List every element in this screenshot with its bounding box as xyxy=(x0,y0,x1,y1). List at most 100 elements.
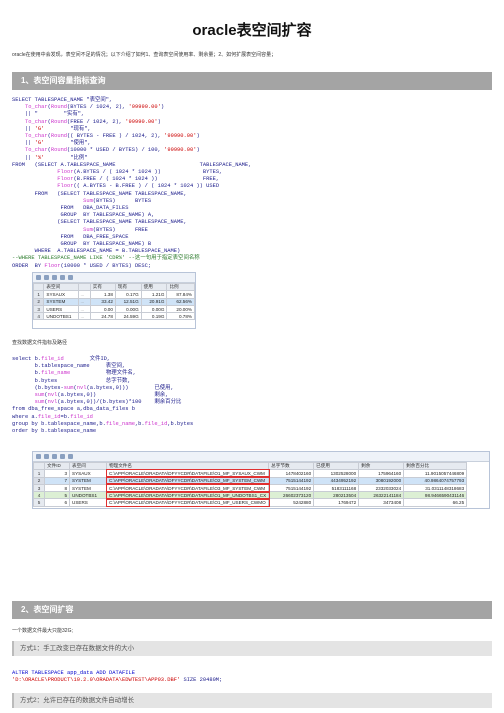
grid-toolbar-icon[interactable] xyxy=(68,454,73,459)
column-header[interactable] xyxy=(32,282,45,292)
table-cell[interactable]: ... xyxy=(77,297,91,306)
table-cell[interactable]: C:\APP\ORACLE\ORADATA\DFYYCDR\DATAFILE\O… xyxy=(105,476,270,486)
table-cell[interactable]: C:\APP\ORACLE\ORADATA\DFYYCDR\DATAFILE\O… xyxy=(105,468,270,479)
table-cell[interactable]: 5183111168 xyxy=(313,483,360,493)
table-cell[interactable]: 3 xyxy=(32,304,45,314)
table-cell[interactable]: 1.38 xyxy=(89,290,116,299)
table-cell[interactable]: 2332033024 xyxy=(358,483,405,493)
table-cell[interactable]: 5 xyxy=(44,491,70,500)
table-cell[interactable]: ... xyxy=(77,304,91,314)
table-cell[interactable]: 4 xyxy=(33,491,45,500)
table-cell[interactable]: 0.00 xyxy=(89,304,116,314)
table-cell[interactable]: 1769472 xyxy=(313,498,360,507)
table-cell[interactable]: 24.59G xyxy=(114,312,142,321)
column-header[interactable]: 剩余 xyxy=(358,461,405,471)
table-cell[interactable]: SYSAUX xyxy=(43,290,79,299)
table-cell[interactable]: 62.56% xyxy=(166,297,195,306)
table-cell[interactable]: USERS xyxy=(69,498,107,507)
grid-toolbar-icon[interactable] xyxy=(52,275,57,280)
table-cell[interactable]: 0.17G xyxy=(114,290,142,299)
column-header[interactable]: 剩余百分比 xyxy=(403,461,468,471)
table-cell[interactable]: 24.78 xyxy=(89,312,116,321)
table-row[interactable]: 2 7 SYSTEM C:\APP\ORACLE\ORADATA\DFYYCDR\DA… xyxy=(33,476,468,486)
grid-toolbar-icon[interactable] xyxy=(60,275,65,280)
table-cell[interactable]: 40.9864074757793 xyxy=(403,476,468,485)
table-cell[interactable]: 0.19G xyxy=(140,312,168,321)
column-header[interactable]: 现有 xyxy=(114,282,142,292)
table-cell[interactable]: 20.00% xyxy=(166,304,195,314)
table-cell[interactable]: 1 xyxy=(32,290,45,299)
table-cell[interactable]: 26602373120 xyxy=(268,491,315,500)
table-cell[interactable]: 5242880 xyxy=(268,498,315,507)
table-cell[interactable]: 2 xyxy=(33,476,45,485)
table-cell[interactable]: USERS xyxy=(43,304,79,314)
column-header[interactable] xyxy=(33,461,45,471)
table-cell[interactable]: 0.00G xyxy=(140,304,168,314)
column-header[interactable]: 文件ID xyxy=(44,461,70,471)
table-cell[interactable]: 12.51G xyxy=(114,297,142,306)
table-cell[interactable]: ... xyxy=(77,312,91,321)
table-row[interactable]: 3 USERS... 0.00 0.00G 0.00G 20.00% xyxy=(32,304,195,314)
grid-toolbar-icon[interactable] xyxy=(36,275,41,280)
table-cell[interactable]: ... xyxy=(77,290,91,299)
table-cell[interactable]: 1478402160 xyxy=(268,469,315,478)
table-cell[interactable]: 20.91G xyxy=(140,297,168,306)
table-cell[interactable]: C:\APP\ORACLE\ORADATA\DFYYCDR\DATAFILE\O… xyxy=(105,497,270,508)
table-cell[interactable]: 98.9466590431146 xyxy=(403,491,468,500)
table-cell[interactable]: SYSTEM xyxy=(43,297,79,306)
column-header[interactable]: 表空间 xyxy=(43,282,79,292)
table-cell[interactable]: 1 xyxy=(33,469,45,478)
table-cell[interactable]: 4434952192 xyxy=(313,476,360,485)
table-cell[interactable]: SYSTEM xyxy=(69,483,107,493)
table-cell[interactable]: 31.0311148318683 xyxy=(403,483,468,493)
table-cell[interactable]: C:\APP\ORACLE\ORADATA\DFYYCDR\DATAFILE\O… xyxy=(105,490,270,501)
table-cell[interactable]: 3 xyxy=(44,469,70,478)
table-cell[interactable]: 1302528000 xyxy=(313,469,360,478)
table-cell[interactable]: 7 xyxy=(44,476,70,485)
table-row[interactable]: 4 UNDOTBS1... 24.78 24.59G 0.19G 0.78% xyxy=(32,312,195,321)
table-cell[interactable]: 2 xyxy=(32,297,45,306)
table-cell[interactable]: 4 xyxy=(32,312,45,321)
table-cell[interactable]: 3 xyxy=(33,483,45,493)
grid-toolbar-icon[interactable] xyxy=(36,454,41,459)
grid-toolbar-icon[interactable] xyxy=(60,454,65,459)
column-header[interactable] xyxy=(77,282,91,292)
table-cell[interactable]: UNDOTBS1 xyxy=(69,491,107,500)
column-header[interactable]: 总字节数 xyxy=(268,461,315,471)
table-row[interactable]: 3 8 SYSTEM C:\APP\ORACLE\ORADATA\DFYYCDR\DA… xyxy=(33,483,468,493)
table-row[interactable]: 5 6 USERS C:\APP\ORACLE\ORADATA\DFYYCDR\DAT… xyxy=(33,497,468,508)
grid-toolbar-icon[interactable] xyxy=(68,275,73,280)
table-row[interactable]: 4 5 UNDOTBS1 C:\APP\ORACLE\ORADATA\DFYYCDR\… xyxy=(33,490,468,501)
column-header[interactable]: 表空间 xyxy=(69,461,107,471)
column-header[interactable]: 使用 xyxy=(140,282,168,292)
table-cell[interactable]: C:\APP\ORACLE\ORADATA\DFYYCDR\DATAFILE\O… xyxy=(105,483,270,493)
grid-toolbar-icon[interactable] xyxy=(44,454,49,459)
table-cell[interactable]: 87.84% xyxy=(166,290,195,299)
table-cell[interactable]: 66.25 xyxy=(403,498,468,507)
table-cell[interactable]: 33.42 xyxy=(89,297,116,306)
table-cell[interactable]: 26322141184 xyxy=(358,491,405,500)
table-cell[interactable]: 3473408 xyxy=(358,498,405,507)
column-header[interactable]: 物理文件名 xyxy=(105,461,270,471)
table-cell[interactable]: 3080192000 xyxy=(358,476,405,485)
table-cell[interactable]: 6 xyxy=(44,498,70,507)
table-row[interactable]: 2 SYSTEM... 33.42 12.51G 20.91G 62.56% xyxy=(32,297,195,306)
table-cell[interactable]: 7515144192 xyxy=(268,483,315,493)
column-header[interactable]: 实有 xyxy=(89,282,116,292)
table-cell[interactable]: 8 xyxy=(44,483,70,493)
grid-toolbar-icon[interactable] xyxy=(44,275,49,280)
table-cell[interactable]: 0.78% xyxy=(166,312,195,321)
table-cell[interactable]: SYSTEM xyxy=(69,476,107,485)
table-cell[interactable]: 11.9015057446809 xyxy=(403,469,468,478)
table-cell[interactable]: 1.21G xyxy=(140,290,168,299)
table-cell[interactable]: 7515144192 xyxy=(268,476,315,485)
table-row[interactable]: 1 3 SYSAUX C:\APP\ORACLE\ORADATA\DFYYCDR\DA… xyxy=(33,468,468,479)
grid-toolbar-icon[interactable] xyxy=(52,454,57,459)
column-header[interactable]: 已使用 xyxy=(313,461,360,471)
table-cell[interactable]: 280213504 xyxy=(313,491,360,500)
table-cell[interactable]: SYSAUX xyxy=(69,469,107,478)
column-header[interactable]: 比例 xyxy=(166,282,195,292)
table-cell[interactable]: 175964160 xyxy=(358,469,405,478)
table-cell[interactable]: 0.00G xyxy=(114,304,142,314)
table-row[interactable]: 1 SYSAUX... 1.38 0.17G 1.21G 87.84% xyxy=(32,290,195,299)
